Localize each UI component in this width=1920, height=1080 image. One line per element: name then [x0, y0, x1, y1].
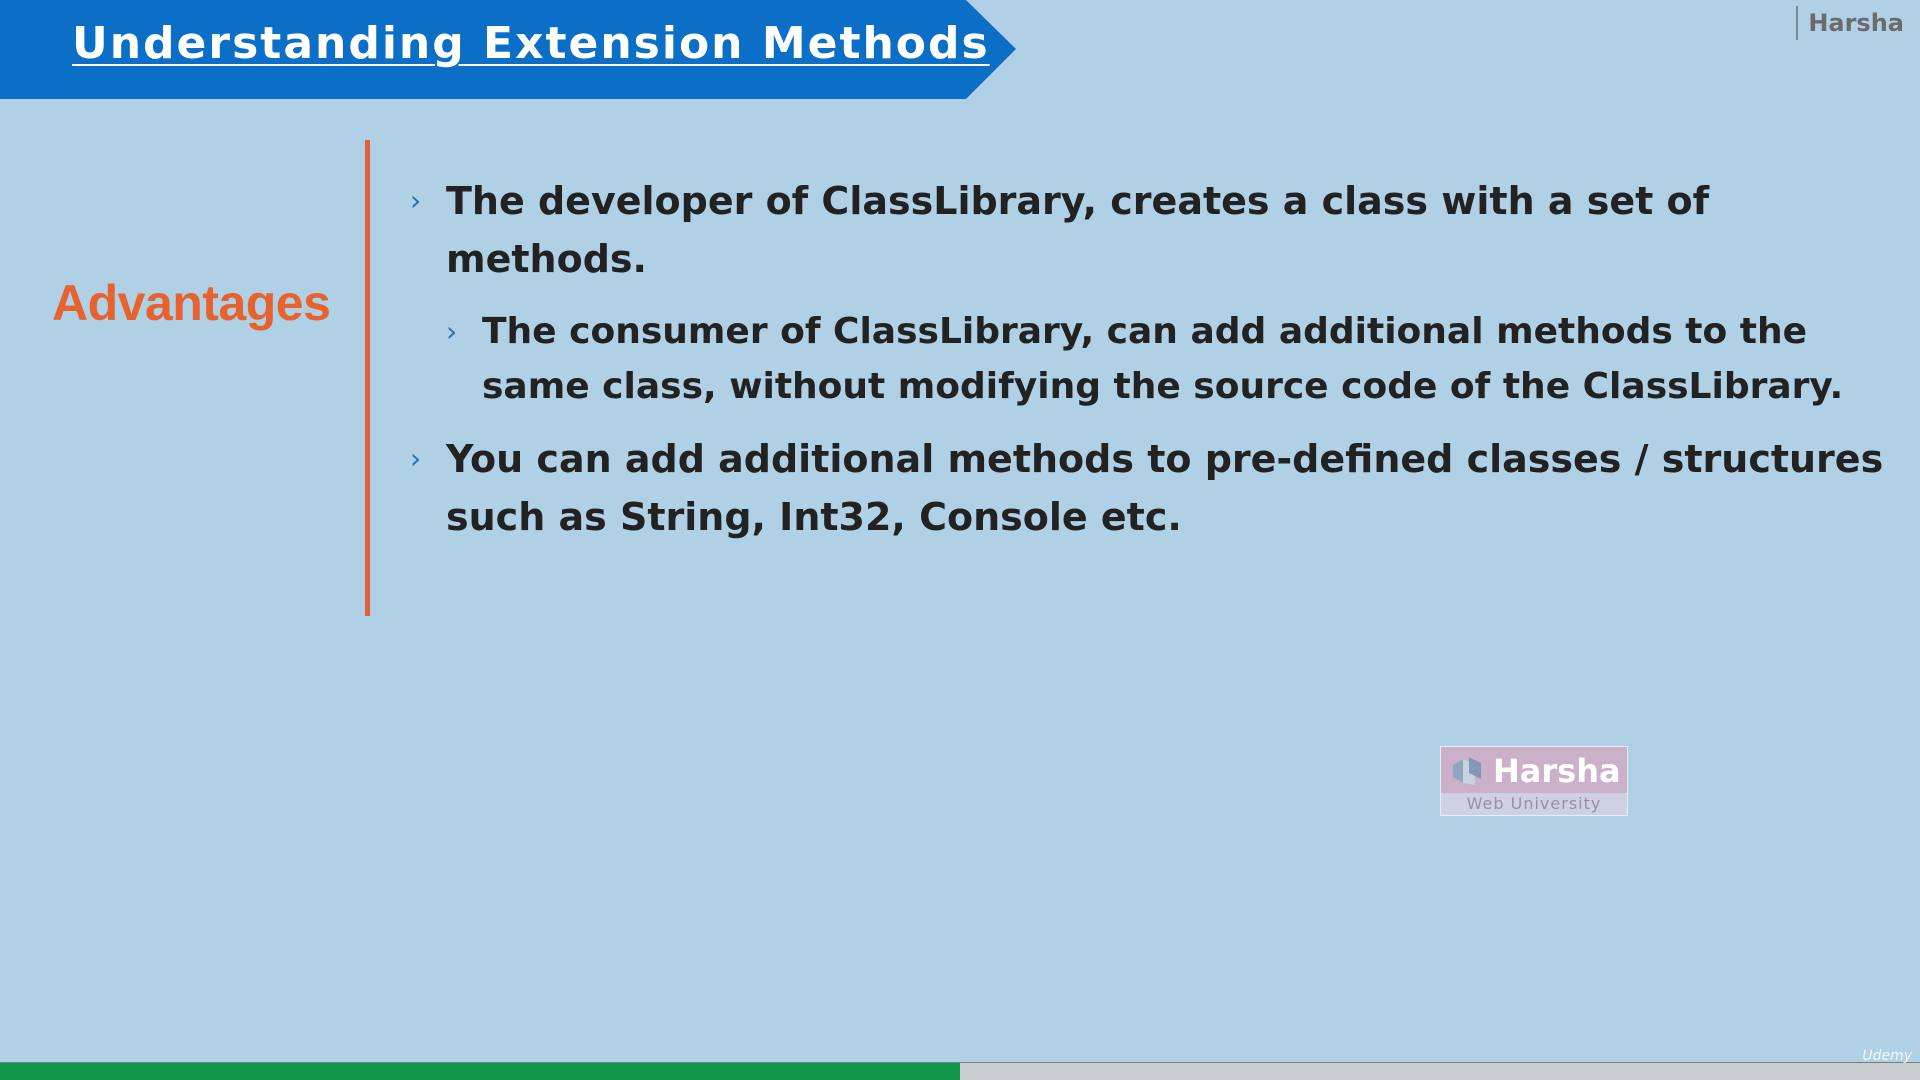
chevron-right-icon: ›	[410, 442, 422, 475]
watermark-name: Harsha	[1493, 752, 1621, 790]
udemy-brand: Udemy	[1862, 1048, 1912, 1064]
bullet-item: › The developer of ClassLibrary, creates…	[410, 172, 1890, 288]
bullet-list: › The developer of ClassLibrary, creates…	[410, 172, 1890, 562]
bullet-item: › You can add additional methods to pre-…	[410, 430, 1890, 546]
bullet-text: You can add additional methods to pre-de…	[446, 437, 1884, 539]
vertical-divider	[365, 140, 370, 616]
watermark-logo: Harsha Web University	[1440, 746, 1628, 816]
watermark-subtitle: Web University	[1466, 794, 1602, 813]
chevron-right-icon: ›	[446, 315, 458, 348]
progress-fill	[0, 1063, 960, 1080]
slide-title: Understanding Extension Methods	[72, 18, 990, 69]
video-progress-bar[interactable]	[0, 1062, 1920, 1080]
harsha-logo-icon	[1453, 757, 1481, 785]
bullet-text: The developer of ClassLibrary, creates a…	[446, 179, 1710, 281]
author-tag: Harsha	[1796, 6, 1904, 40]
slide: Understanding Extension Methods Harsha A…	[0, 0, 1920, 1080]
bullet-text: The consumer of ClassLibrary, can add ad…	[482, 311, 1844, 407]
chevron-right-icon: ›	[410, 184, 422, 217]
sub-bullet-item: › The consumer of ClassLibrary, can add …	[446, 304, 1890, 414]
section-label: Advantages	[52, 275, 331, 331]
